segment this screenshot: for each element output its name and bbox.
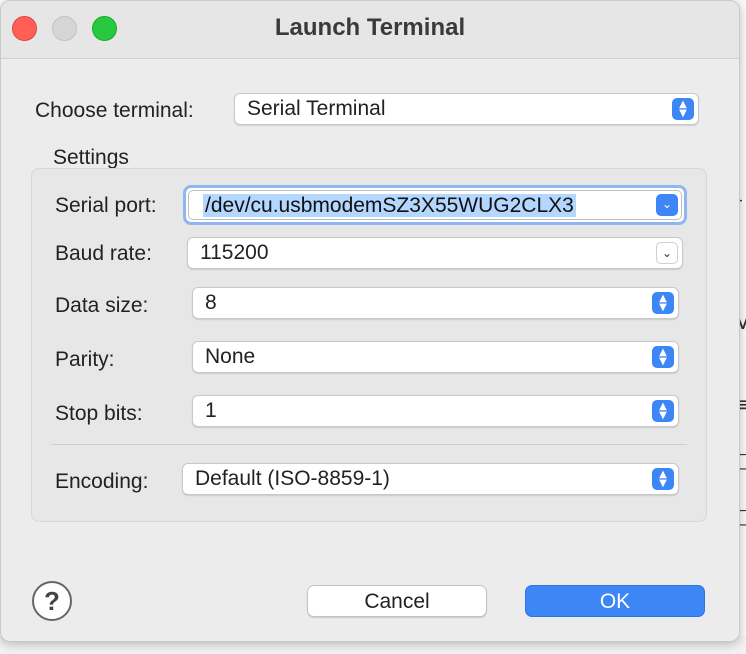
serial-port-label: Serial port:: [55, 194, 157, 217]
title-bar: Launch Terminal: [1, 1, 739, 59]
serial-port-combo[interactable]: /dev/cu.usbmodemSZ3X55WUG2CLX3 ⌄: [183, 185, 687, 225]
cancel-button[interactable]: Cancel: [307, 585, 487, 617]
launch-terminal-dialog: Launch Terminal Choose terminal: Serial …: [0, 0, 740, 642]
serial-port-input[interactable]: /dev/cu.usbmodemSZ3X55WUG2CLX3 ⌄: [188, 190, 682, 220]
choose-terminal-label: Choose terminal:: [35, 99, 194, 122]
up-down-chevron-icon: ▲ ▼: [652, 346, 674, 368]
ok-button[interactable]: OK: [525, 585, 705, 617]
baud-rate-value: 115200: [200, 241, 269, 264]
up-down-chevron-icon: ▲ ▼: [652, 468, 674, 490]
stop-bits-value: 1: [205, 399, 217, 422]
serial-port-value: /dev/cu.usbmodemSZ3X55WUG2CLX3: [203, 194, 576, 217]
data-size-select[interactable]: 8 ▲ ▼: [192, 287, 679, 319]
settings-group-label: Settings: [53, 146, 129, 169]
baud-rate-combo[interactable]: 115200 ⌄: [187, 237, 683, 269]
up-down-chevron-icon: ▲ ▼: [652, 400, 674, 422]
parity-value: None: [205, 345, 256, 368]
dialog-title: Launch Terminal: [274, 14, 466, 41]
chevron-down-icon[interactable]: ⌄: [656, 242, 678, 264]
parity-select[interactable]: None ▲ ▼: [192, 341, 679, 373]
up-down-chevron-icon: ▲ ▼: [672, 98, 694, 120]
terminal-select[interactable]: Serial Terminal ▲ ▼: [234, 93, 699, 125]
data-size-label: Data size:: [55, 294, 149, 317]
help-button[interactable]: ?: [32, 581, 72, 621]
encoding-label: Encoding:: [55, 470, 149, 493]
encoding-select[interactable]: Default (ISO-8859-1) ▲ ▼: [182, 463, 679, 495]
stop-bits-label: Stop bits:: [55, 402, 143, 425]
up-down-chevron-icon: ▲ ▼: [652, 292, 674, 314]
encoding-value: Default (ISO-8859-1): [195, 467, 390, 490]
chevron-down-icon[interactable]: ⌄: [656, 194, 678, 216]
terminal-select-value: Serial Terminal: [247, 97, 386, 120]
settings-separator: [51, 444, 687, 445]
data-size-value: 8: [205, 291, 217, 314]
parity-label: Parity:: [55, 348, 115, 371]
stop-bits-select[interactable]: 1 ▲ ▼: [192, 395, 679, 427]
baud-rate-label: Baud rate:: [55, 242, 152, 265]
